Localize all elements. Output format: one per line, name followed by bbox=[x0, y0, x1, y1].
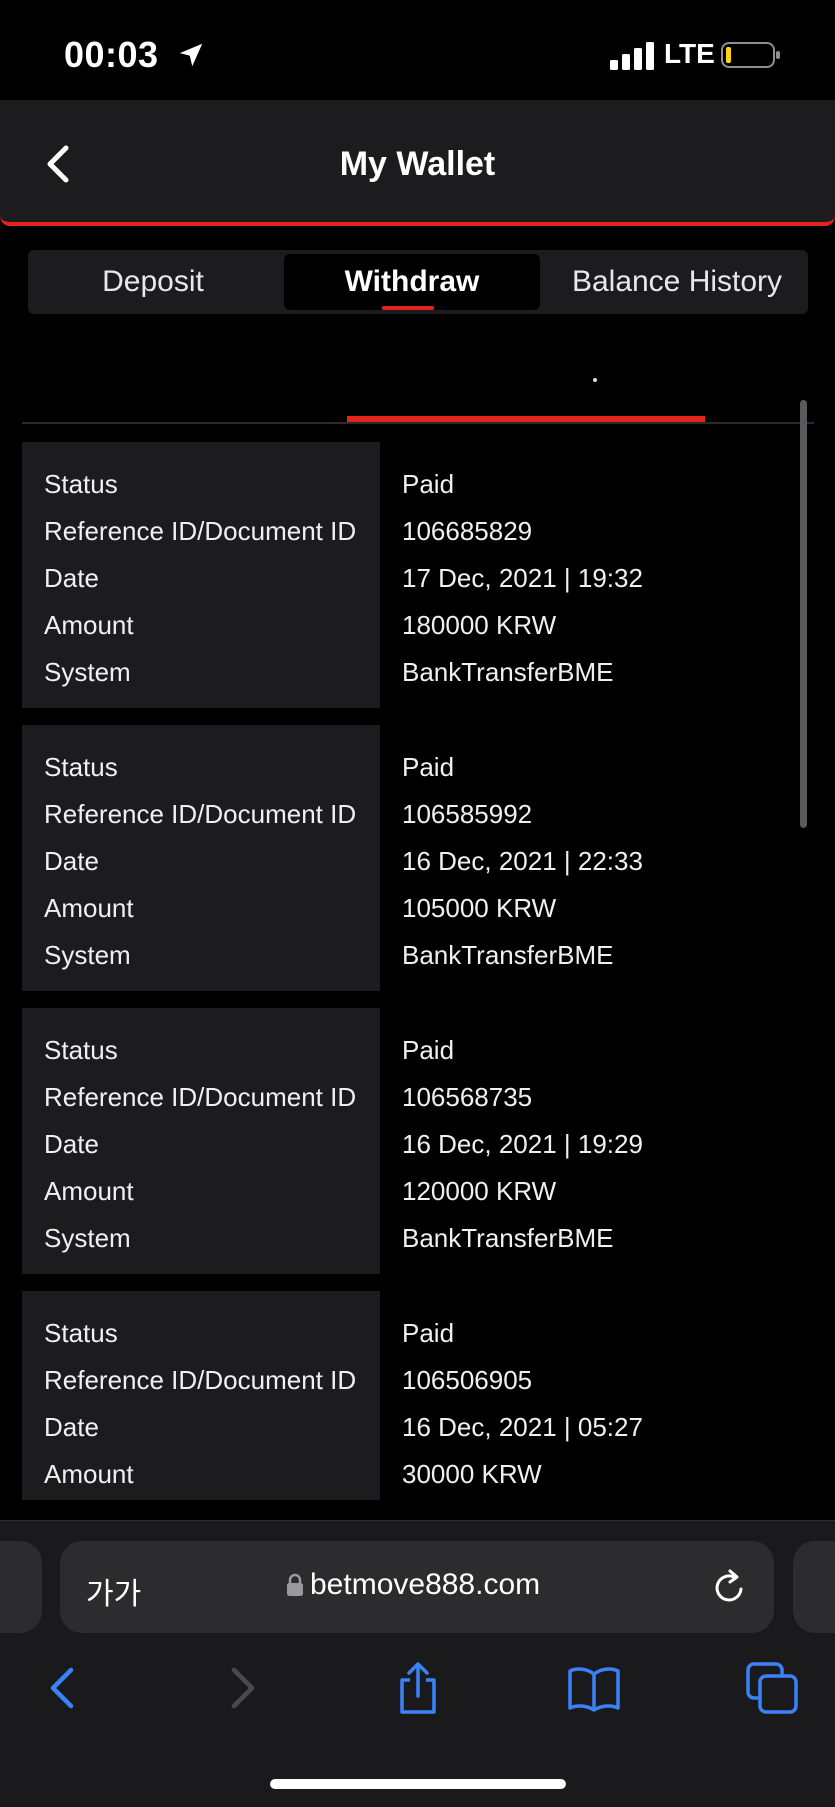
status-value: Paid bbox=[402, 469, 455, 499]
scrollbar[interactable] bbox=[800, 400, 807, 828]
date-label: Date bbox=[44, 563, 99, 593]
system-value: BankTransferBME bbox=[402, 1223, 614, 1253]
subtab-active-indicator[interactable] bbox=[347, 416, 705, 422]
status-label: Status bbox=[44, 469, 118, 499]
subtab-marker[interactable] bbox=[593, 378, 597, 382]
record-labels-panel: Status Reference ID/Document ID Date Amo… bbox=[22, 1008, 380, 1274]
record-labels-panel: Status Reference ID/Document ID Date Amo… bbox=[22, 725, 380, 991]
subtab-divider bbox=[22, 422, 814, 424]
reference-value: 106685829 bbox=[402, 516, 533, 546]
tab-deposit[interactable]: Deposit bbox=[28, 254, 278, 310]
reference-value: 106585992 bbox=[402, 799, 533, 829]
tab-balance-history[interactable]: Balance History bbox=[546, 254, 808, 310]
next-tab-preview[interactable] bbox=[793, 1541, 835, 1633]
date-label: Date bbox=[44, 1412, 99, 1442]
reference-label: Reference ID/Document ID bbox=[44, 1082, 357, 1112]
wallet-tabs: Deposit Withdraw Balance History bbox=[28, 250, 808, 314]
reference-label: Reference ID/Document ID bbox=[44, 516, 357, 546]
home-indicator[interactable] bbox=[270, 1779, 566, 1789]
amount-value: 105000 KRW bbox=[402, 893, 557, 923]
date-label: Date bbox=[44, 846, 99, 876]
tabs-icon[interactable] bbox=[744, 1660, 800, 1716]
tab-withdraw-label: Withdraw bbox=[344, 265, 480, 298]
record-card: Status Reference ID/Document ID Date Amo… bbox=[22, 1291, 792, 1500]
reference-value: 106506905 bbox=[402, 1365, 533, 1395]
reference-value: 106568735 bbox=[402, 1082, 533, 1112]
bookmarks-icon[interactable] bbox=[566, 1660, 622, 1716]
record-labels-panel: Status Reference ID/Document ID Date Amo… bbox=[22, 1291, 380, 1500]
date-value: 17 Dec, 2021 | 19:32 bbox=[402, 563, 643, 593]
status-bar: 00:03 LTE bbox=[0, 0, 835, 100]
address-bar[interactable]: 가가 betmove888.com bbox=[60, 1541, 774, 1633]
share-icon[interactable] bbox=[390, 1660, 446, 1716]
reload-icon[interactable] bbox=[710, 1567, 750, 1607]
record-labels-panel: Status Reference ID/Document ID Date Amo… bbox=[22, 442, 380, 708]
network-type: LTE bbox=[664, 38, 715, 69]
amount-label: Amount bbox=[44, 610, 134, 640]
status-time: 00:03 bbox=[64, 34, 159, 75]
location-arrow-icon bbox=[179, 43, 203, 67]
system-label: System bbox=[44, 657, 131, 687]
amount-label: Amount bbox=[44, 893, 134, 923]
date-label: Date bbox=[44, 1129, 99, 1159]
amount-value: 30000 KRW bbox=[402, 1459, 542, 1489]
tab-withdraw[interactable]: Withdraw bbox=[284, 254, 540, 310]
status-value: Paid bbox=[402, 1318, 455, 1348]
wallet-header: My Wallet bbox=[0, 100, 835, 226]
system-label: System bbox=[44, 1223, 131, 1253]
reference-label: Reference ID/Document ID bbox=[44, 799, 357, 829]
cellular-signal-icon bbox=[610, 42, 654, 70]
reference-label: Reference ID/Document ID bbox=[44, 1365, 357, 1395]
url-text: betmove888.com bbox=[310, 1568, 541, 1601]
record-card: Status Reference ID/Document ID Date Amo… bbox=[22, 442, 792, 708]
battery-icon bbox=[721, 42, 780, 68]
date-value: 16 Dec, 2021 | 05:27 bbox=[402, 1412, 643, 1442]
system-value: BankTransferBME bbox=[402, 657, 614, 687]
system-label: System bbox=[44, 940, 131, 970]
date-value: 16 Dec, 2021 | 19:29 bbox=[402, 1129, 643, 1159]
browser-forward-icon[interactable] bbox=[214, 1660, 270, 1716]
date-value: 16 Dec, 2021 | 22:33 bbox=[402, 846, 643, 876]
previous-tab-preview[interactable] bbox=[0, 1541, 42, 1633]
lock-icon bbox=[287, 1573, 303, 1596]
status-label: Status bbox=[44, 1035, 118, 1065]
browser-back-icon[interactable] bbox=[35, 1660, 91, 1716]
status-label: Status bbox=[44, 1318, 118, 1348]
amount-label: Amount bbox=[44, 1459, 134, 1489]
page: 00:03 LTE My Wallet Deposit Withdraw Bal… bbox=[0, 0, 835, 1807]
active-tab-underline bbox=[382, 306, 434, 310]
status-value: Paid bbox=[402, 752, 455, 782]
status-label: Status bbox=[44, 752, 118, 782]
amount-label: Amount bbox=[44, 1176, 134, 1206]
reader-settings-button[interactable]: 가가 bbox=[86, 1569, 141, 1613]
record-card: Status Reference ID/Document ID Date Amo… bbox=[22, 1008, 792, 1274]
withdraw-records-list: Status Reference ID/Document ID Date Amo… bbox=[22, 442, 792, 1500]
record-card: Status Reference ID/Document ID Date Amo… bbox=[22, 725, 792, 991]
amount-value: 120000 KRW bbox=[402, 1176, 557, 1206]
system-value: BankTransferBME bbox=[402, 940, 614, 970]
status-value: Paid bbox=[402, 1035, 455, 1065]
amount-value: 180000 KRW bbox=[402, 610, 557, 640]
page-title: My Wallet bbox=[339, 145, 496, 183]
